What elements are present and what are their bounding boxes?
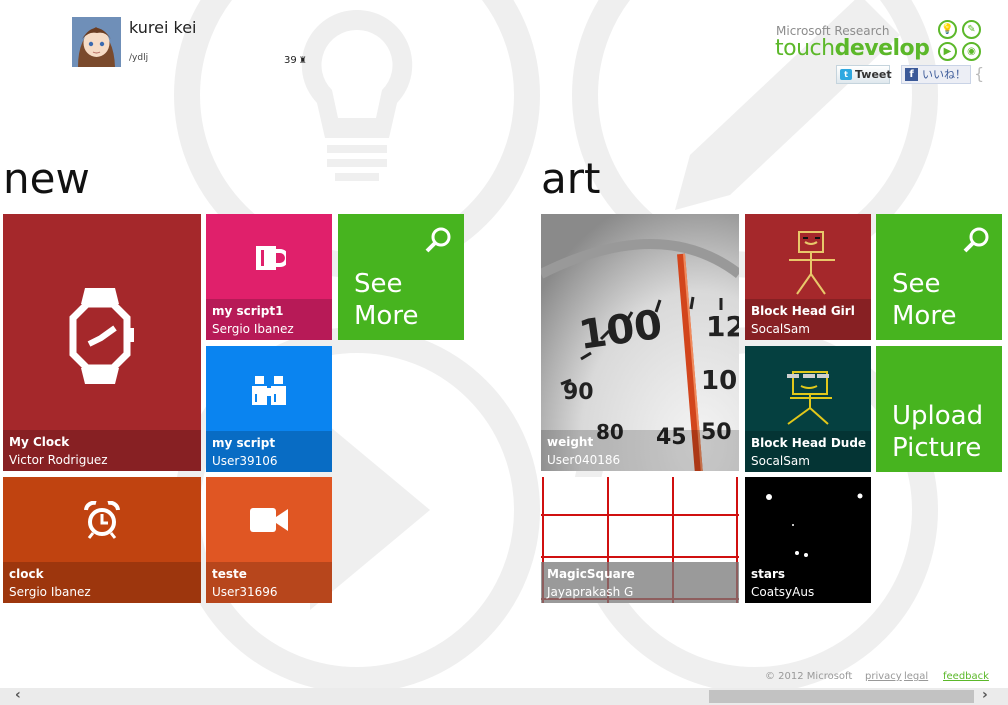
tile-title: stars xyxy=(751,567,786,581)
tile-author: User31696 xyxy=(212,585,278,599)
stars-image xyxy=(766,493,863,557)
svg-text:90: 90 xyxy=(563,380,594,405)
tile-caption: MagicSquare Jayaprakash G xyxy=(541,562,739,603)
tile-author: SocalSam xyxy=(751,322,810,336)
scroll-right-icon[interactable]: › xyxy=(982,687,988,703)
bulb-icon[interactable]: 💡 xyxy=(938,20,957,39)
tile-caption: weight User040186 xyxy=(541,430,739,471)
brand-logo[interactable]: touchdevelop xyxy=(775,36,930,61)
upload-line2: Picture xyxy=(892,433,982,463)
tile-my-script1[interactable]: my script1 Sergio Ibanez xyxy=(206,214,332,340)
profile-handle: /ydlj xyxy=(129,53,149,63)
score-badge: 39 ♜ xyxy=(284,55,307,66)
facebook-like-button[interactable]: f いいね！ xyxy=(901,65,971,84)
tile-title: MagicSquare xyxy=(547,567,635,581)
tile-see-more-new[interactable]: See More xyxy=(338,214,464,340)
tile-block-head-dude[interactable]: Block Head Dude SocalSam xyxy=(745,346,871,472)
app-window: { "profile": { "name": "kurei kei", "han… xyxy=(0,0,1008,705)
copyright-text: © 2012 Microsoft xyxy=(765,671,853,682)
play-icon[interactable]: ▶ xyxy=(938,42,957,61)
score-value: 39 xyxy=(284,55,297,66)
privacy-link-text[interactable]: privacy xyxy=(865,671,902,682)
feedback-link-text[interactable]: feedback xyxy=(943,671,989,682)
search-icon xyxy=(963,227,989,253)
tweet-label: Tweet xyxy=(855,68,892,81)
profile-name[interactable]: kurei kei xyxy=(129,18,197,37)
tile-author: User040186 xyxy=(547,453,621,467)
tile-author: User39106 xyxy=(212,454,278,468)
social-bracket-icon: { xyxy=(974,64,985,83)
tweet-button[interactable]: t Tweet xyxy=(836,65,892,84)
tile-author: Jayaprakash G xyxy=(547,585,634,599)
search-icon xyxy=(425,227,451,253)
tile-title: Block Head Girl xyxy=(751,304,855,318)
tile-caption: Block Head Dude SocalSam xyxy=(745,431,871,472)
tile-title: My Clock xyxy=(9,435,70,449)
trophy-icon: ♜ xyxy=(298,56,307,66)
tile-magic-square[interactable]: MagicSquare Jayaprakash G xyxy=(541,477,739,603)
stick-figure-girl-image xyxy=(789,231,835,295)
legal-link-text[interactable]: legal xyxy=(904,671,928,682)
mug-icon xyxy=(256,246,286,270)
tile-teste[interactable]: teste User31696 xyxy=(206,477,332,603)
pencil-icon[interactable]: ✎ xyxy=(962,20,981,39)
brand-light: touch xyxy=(775,36,835,61)
section-title-new: new xyxy=(3,154,90,203)
tile-title: clock xyxy=(9,567,44,581)
see-more-line1: See xyxy=(354,269,403,299)
tile-author: SocalSam xyxy=(751,454,810,468)
watch-icon xyxy=(69,288,134,384)
svg-text:10: 10 xyxy=(701,366,737,396)
brand-bold: develop xyxy=(834,36,930,61)
scrollbar-thumb[interactable] xyxy=(709,690,974,703)
like-label: いいね！ xyxy=(922,68,966,81)
tile-title: Block Head Dude xyxy=(751,436,867,450)
tile-caption: clock Sergio Ibanez xyxy=(3,562,201,603)
see-more-line1: See xyxy=(892,269,941,299)
video-camera-icon xyxy=(250,508,288,532)
tile-caption: Block Head Girl SocalSam xyxy=(745,299,871,340)
alarm-clock-icon xyxy=(84,501,120,539)
upload-line1: Upload xyxy=(892,401,984,431)
tile-title: weight xyxy=(547,435,594,449)
facebook-icon: f xyxy=(905,68,918,81)
tile-clock[interactable]: clock Sergio Ibanez xyxy=(3,477,201,603)
avatar[interactable] xyxy=(72,17,121,67)
tile-caption: My Clock Victor Rodriguez xyxy=(3,430,201,471)
tile-author: Victor Rodriguez xyxy=(9,453,108,467)
tile-title: my script xyxy=(212,436,276,450)
tile-author: Sergio Ibanez xyxy=(212,322,294,336)
tile-my-clock[interactable]: My Clock Victor Rodriguez xyxy=(3,214,201,471)
privacy-link[interactable]: privacy xyxy=(865,671,902,682)
tile-stars[interactable]: stars CoatsyAus xyxy=(745,477,871,603)
stick-figure-dude-image xyxy=(787,371,832,425)
legal-link[interactable]: legal xyxy=(904,671,928,682)
tile-author: CoatsyAus xyxy=(751,585,815,599)
sound-icon[interactable]: ◉ xyxy=(962,42,981,61)
tile-my-script[interactable]: my script User39106 xyxy=(206,346,332,472)
tile-title: teste xyxy=(212,567,247,581)
tile-caption: stars CoatsyAus xyxy=(745,562,871,603)
tile-upload-picture[interactable]: Upload Picture xyxy=(876,346,1002,472)
feedback-link[interactable]: feedback xyxy=(943,671,989,682)
tile-author: Sergio Ibanez xyxy=(9,585,91,599)
tile-title: my script1 xyxy=(212,304,284,318)
tile-block-head-girl[interactable]: Block Head Girl SocalSam xyxy=(745,214,871,340)
horizontal-scrollbar[interactable]: ‹ › xyxy=(0,687,1008,705)
avatar-image xyxy=(72,17,121,67)
tile-caption: my script User39106 xyxy=(206,431,332,472)
see-more-line2: More xyxy=(354,301,419,331)
tile-weight[interactable]: 100 12 10 90 80 45 50 weight User040186 xyxy=(541,214,739,471)
scroll-left-icon[interactable]: ‹ xyxy=(15,687,21,703)
see-more-line2: More xyxy=(892,301,957,331)
tile-caption: teste User31696 xyxy=(206,562,332,603)
tile-caption: my script1 Sergio Ibanez xyxy=(206,299,332,340)
twitter-bird-icon: t xyxy=(840,69,852,80)
binoculars-icon xyxy=(252,376,286,405)
tile-see-more-art[interactable]: See More xyxy=(876,214,1002,340)
section-title-art: art xyxy=(541,154,601,203)
svg-text:12: 12 xyxy=(706,310,739,343)
